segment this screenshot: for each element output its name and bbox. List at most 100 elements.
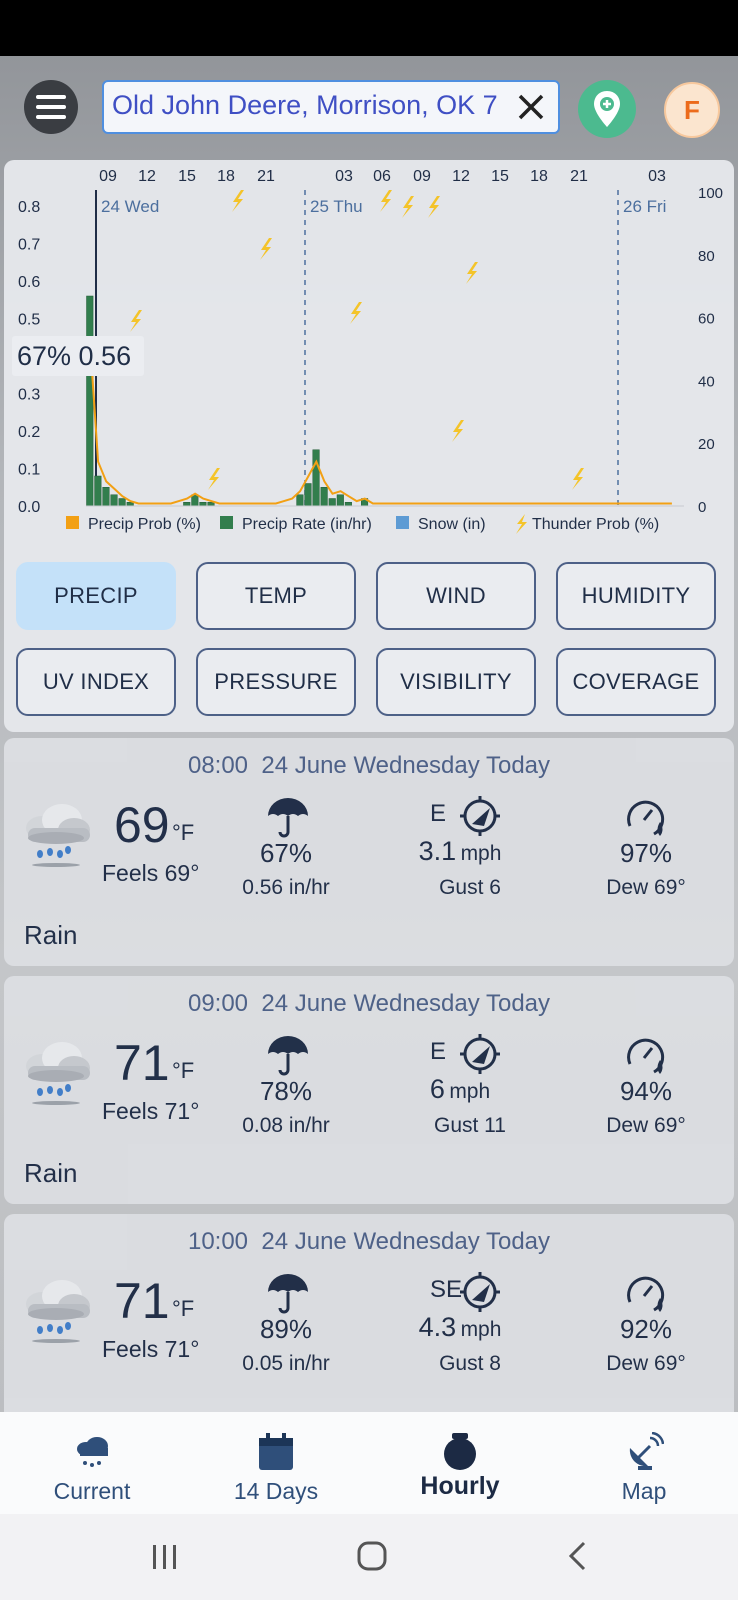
tab-pressure[interactable]: PRESSURE [196, 648, 356, 716]
humidity-gauge-icon [627, 800, 665, 836]
condition-text: Rain [24, 920, 78, 950]
top-bar: Old John Deere, Morrison, OK 7 F [0, 56, 738, 160]
thunder-bolt-icon [350, 302, 362, 324]
back-icon[interactable] [566, 1540, 590, 1572]
feels-like: Feels 71° [102, 1098, 200, 1124]
dew-point: Dew 69° [606, 1114, 686, 1137]
x-hour-label: 09 [413, 168, 431, 185]
legend-label: Thunder Prob (%) [532, 516, 659, 533]
temperature-unit: °F [172, 1296, 195, 1321]
hour-time: 08:00 [187, 752, 249, 779]
umbrella-icon [268, 1036, 308, 1076]
x-hour-label: 12 [452, 168, 470, 185]
nav-map[interactable]: Map [552, 1412, 736, 1514]
location-search-input[interactable]: Old John Deere, Morrison, OK 7 [102, 80, 560, 134]
wind-direction-icon [460, 1034, 500, 1074]
rain-cloud-icon [77, 1437, 108, 1467]
wind-speed-unit: mph [449, 1080, 491, 1103]
precip-rate: 0.05 in/hr [242, 1352, 330, 1375]
left-axis-tick: 0.1 [18, 462, 40, 479]
nav-current[interactable]: Current [0, 1412, 184, 1514]
day-label: 25 Thu [310, 197, 363, 216]
wind-speed-value: 4.3 [418, 1312, 457, 1342]
hourly-forecast-card[interactable]: 09:00 24 June Wednesday Today 71 °F Feel… [4, 976, 734, 1204]
hour-datetime: 10:00 24 June Wednesday Today [4, 1228, 734, 1256]
left-axis-tick: 0.7 [18, 237, 40, 254]
menu-icon-line [36, 105, 66, 109]
wind-direction: E [430, 800, 447, 827]
precip-rate-bar [328, 498, 336, 507]
home-icon[interactable] [356, 1540, 388, 1572]
recent-apps-icon[interactable] [150, 1542, 180, 1572]
x-hour-label: 09 [99, 168, 117, 185]
location-text[interactable]: Old John Deere, Morrison, OK 7 [112, 90, 506, 121]
x-hour-label: 18 [217, 168, 235, 185]
legend-swatch [66, 516, 79, 529]
dew-point: Dew 69° [606, 876, 686, 899]
hourly-forecast-card[interactable]: 08:00 24 June Wednesday Today 69 °F Feel… [4, 738, 734, 966]
precip-rate-bar [199, 502, 207, 507]
wind-speed-unit: mph [460, 842, 502, 865]
clock-icon [444, 1433, 476, 1470]
humidity-gauge-icon [627, 1038, 665, 1074]
x-hour-label: 06 [373, 168, 391, 185]
nav-label: 14 Days [233, 1478, 319, 1504]
hour-time: 10:00 [187, 1228, 249, 1255]
right-axis-tick: 40 [698, 373, 715, 390]
wind-speed-unit: mph [460, 1318, 502, 1341]
hour-date: 24 June Wednesday Today [261, 990, 551, 1017]
rain-cloud-icon [26, 804, 90, 867]
add-location-button[interactable] [578, 80, 636, 138]
precip-rate-bar [296, 494, 304, 507]
left-axis-tick: 0.6 [18, 274, 40, 291]
thunder-bolt-icon [428, 196, 440, 218]
temperature-value: 71 [114, 1273, 170, 1329]
tab-coverage[interactable]: COVERAGE [556, 648, 716, 716]
tab-visibility[interactable]: VISIBILITY [376, 648, 536, 716]
left-axis-tick: 0.8 [18, 199, 40, 216]
nav-hourly[interactable]: Hourly [368, 1412, 552, 1514]
wind-gust: Gust 8 [439, 1352, 501, 1375]
tab-humidity[interactable]: HUMIDITY [556, 562, 716, 630]
hour-datetime: 08:00 24 June Wednesday Today [4, 752, 734, 780]
clear-icon[interactable] [514, 90, 548, 124]
wind-speed: 4.3 mph [390, 1312, 530, 1343]
precip-rate-bar [110, 494, 118, 507]
legend-swatch [220, 516, 233, 529]
thunder-legend-icon [516, 514, 527, 534]
thunder-bolt-icon [572, 468, 584, 490]
tab-wind[interactable]: WIND [376, 562, 536, 630]
wind-gust: Gust 11 [434, 1114, 506, 1137]
right-axis-tick: 80 [698, 248, 715, 265]
menu-button[interactable] [24, 80, 78, 134]
tab-precip[interactable]: PRECIP [16, 562, 176, 630]
umbrella-icon [268, 1274, 308, 1314]
precip-rate: 0.56 in/hr [242, 876, 330, 899]
temperature-unit: °F [172, 1058, 195, 1083]
x-hour-label: 21 [257, 168, 275, 185]
precip-probability: 78% [259, 1076, 313, 1106]
right-axis-tick: 100 [698, 185, 723, 202]
humidity-value: 92% [619, 1314, 673, 1344]
x-hour-label: 03 [648, 168, 666, 185]
precip-rate-bar [312, 449, 320, 507]
unit-toggle-button[interactable]: F [664, 82, 720, 138]
humidity-value: 94% [619, 1076, 673, 1106]
precip-rate-bar [320, 487, 328, 507]
wind-direction: E [430, 1038, 447, 1065]
precip-chart[interactable]: 0.80.70.60.50.40.30.20.10.01008060402000… [4, 160, 734, 562]
nav-label: Hourly [420, 1472, 500, 1500]
tab-temp[interactable]: TEMP [196, 562, 356, 630]
nav-label: Current [53, 1478, 131, 1504]
precip-rate: 0.08 in/hr [242, 1114, 330, 1137]
hourly-forecast-card[interactable]: 10:00 24 June Wednesday Today 71 °F Feel… [4, 1214, 734, 1442]
thunder-bolt-icon [260, 238, 272, 260]
rain-cloud-icon [26, 1042, 90, 1105]
precip-rate-bar [118, 498, 126, 507]
nav-14-days[interactable]: 14 Days [184, 1412, 368, 1514]
precip-probability: 89% [259, 1314, 313, 1344]
wind-gust: Gust 6 [439, 876, 501, 899]
bottom-navigation: Current 14 Days Hourly Map [0, 1412, 738, 1514]
x-hour-label: 15 [491, 168, 509, 185]
tab-uv-index[interactable]: UV INDEX [16, 648, 176, 716]
